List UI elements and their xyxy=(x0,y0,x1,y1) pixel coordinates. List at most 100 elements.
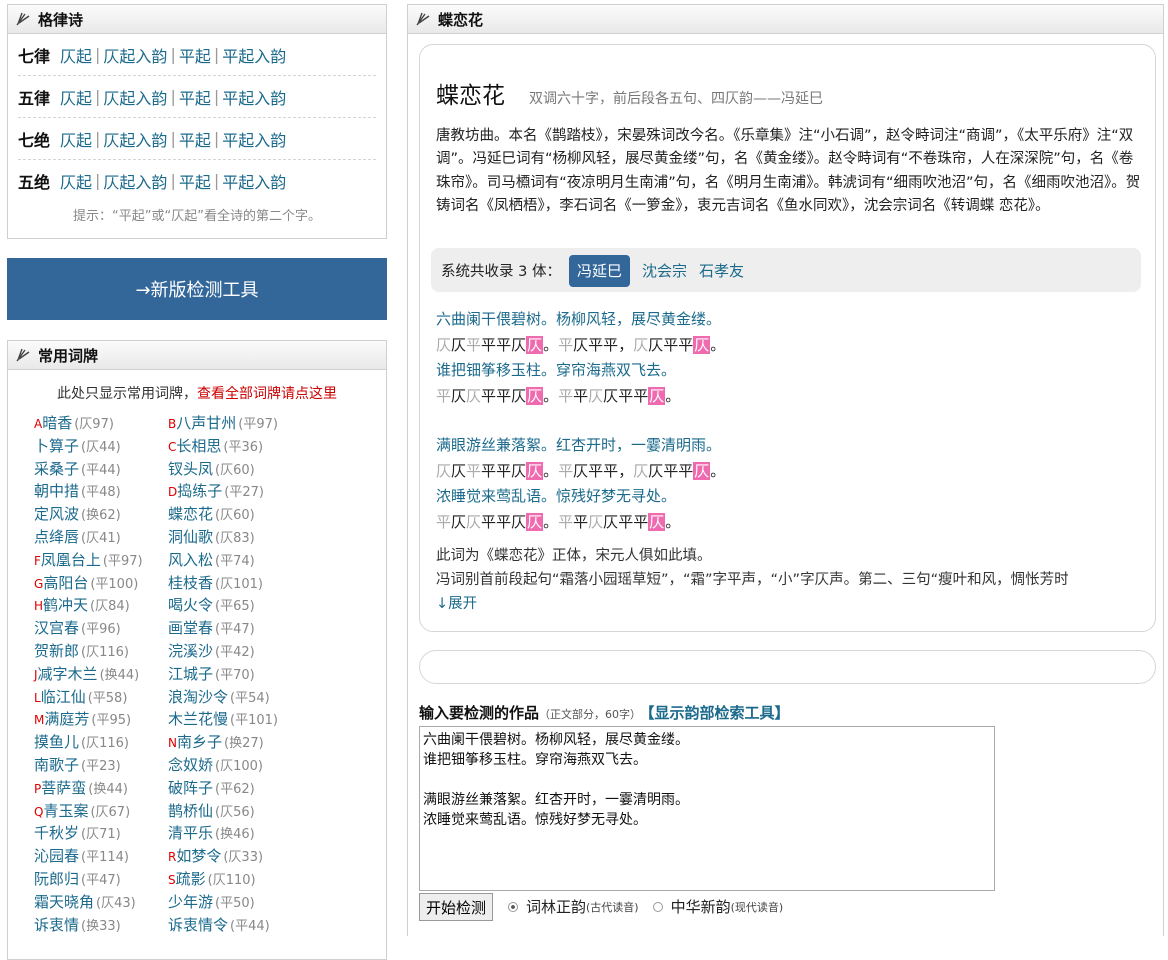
cipai-name[interactable]: 江城子 xyxy=(168,665,213,683)
cipai-item[interactable]: M满庭芳 (平95) xyxy=(34,708,168,731)
cipai-item[interactable]: N南乡子 (换27) xyxy=(168,731,318,754)
cipai-item[interactable]: 少年游 (平50) xyxy=(168,891,318,914)
cipai-item[interactable]: S疏影 (仄110) xyxy=(168,868,318,891)
cipai-item[interactable]: 江城子 (平70) xyxy=(168,663,318,686)
cipai-name[interactable]: 摸鱼儿 xyxy=(34,733,79,751)
cipai-name[interactable]: 点绛唇 xyxy=(34,528,79,546)
cipai-item[interactable]: 念奴娇 (仄100) xyxy=(168,754,318,777)
cipai-item[interactable]: 桂枝香 (仄101) xyxy=(168,572,318,595)
cipai-item[interactable]: 贺新郎 (仄116) xyxy=(34,640,168,663)
cipai-item[interactable]: 蝶恋花 (仄60) xyxy=(168,503,318,526)
gelv-link[interactable]: 平起 xyxy=(179,43,211,67)
cipai-item[interactable]: 点绛唇 (仄41) xyxy=(34,526,168,549)
cipai-item[interactable]: 定风波 (换62) xyxy=(34,503,168,526)
rhyme-tool-link[interactable]: 【显示韵部检索工具】 xyxy=(647,704,790,722)
cipai-name[interactable]: 疏影 xyxy=(176,870,206,888)
variant-author-tab[interactable]: 沈会宗 xyxy=(642,262,687,280)
cipai-name[interactable]: 采桑子 xyxy=(34,460,79,478)
gelv-link[interactable]: 仄起 xyxy=(60,169,92,193)
cipai-item[interactable]: 浣溪沙 (平42) xyxy=(168,640,318,663)
all-cipai-link[interactable]: 查看全部词牌请点这里 xyxy=(197,386,337,402)
gelv-link[interactable]: 平起入韵 xyxy=(222,127,286,151)
cipai-item[interactable]: 钗头凤 (仄60) xyxy=(168,458,318,481)
start-check-button[interactable]: 开始检测 xyxy=(419,893,494,921)
cipai-name[interactable]: 高阳台 xyxy=(43,574,88,592)
cipai-name[interactable]: 喝火令 xyxy=(168,596,213,614)
gelv-link[interactable]: 仄起入韵 xyxy=(103,169,167,193)
cipai-name[interactable]: 阮郎归 xyxy=(34,870,79,888)
cipai-name[interactable]: 八声甘州 xyxy=(176,414,236,432)
cipai-item[interactable]: C长相思 (平36) xyxy=(168,435,318,458)
cipai-name[interactable]: 贺新郎 xyxy=(34,642,79,660)
cipai-item[interactable]: 采桑子 (平44) xyxy=(34,458,168,481)
cipai-item[interactable]: Q青玉案 (仄67) xyxy=(34,800,168,823)
cipai-name[interactable]: 桂枝香 xyxy=(168,574,213,592)
cipai-item[interactable]: B八声甘州 (平97) xyxy=(168,412,318,435)
cipai-name[interactable]: 钗头凤 xyxy=(168,460,213,478)
cipai-item[interactable]: R如梦令 (仄33) xyxy=(168,845,318,868)
cipai-item[interactable]: 画堂春 (平47) xyxy=(168,617,318,640)
cipai-item[interactable]: F凤凰台上 (平97) xyxy=(34,549,168,572)
cipai-item[interactable]: H鹤冲天 (仄84) xyxy=(34,594,168,617)
gelv-link[interactable]: 平起 xyxy=(179,85,211,109)
cipai-name[interactable]: 如梦令 xyxy=(176,847,221,865)
cipai-name[interactable]: 诉衷情 xyxy=(34,916,79,934)
gelv-link[interactable]: 仄起 xyxy=(60,43,92,67)
cipai-name[interactable]: 定风波 xyxy=(34,505,79,523)
cipai-name[interactable]: 画堂春 xyxy=(168,619,213,637)
radio-cilin[interactable] xyxy=(508,901,518,912)
cipai-item[interactable]: L临江仙 (平58) xyxy=(34,686,168,709)
cipai-name[interactable]: 霜天晓角 xyxy=(34,893,94,911)
cipai-name[interactable]: 浪淘沙令 xyxy=(168,688,228,706)
cipai-item[interactable]: 浪淘沙令 (平54) xyxy=(168,686,318,709)
cipai-name[interactable]: 木兰花慢 xyxy=(168,710,228,728)
cipai-name[interactable]: 朝中措 xyxy=(34,482,79,500)
expand-link[interactable]: ↓展开 xyxy=(436,596,477,612)
cipai-name[interactable]: 临江仙 xyxy=(41,688,86,706)
cipai-item[interactable]: 朝中措 (平48) xyxy=(34,480,168,503)
variant-author-tab[interactable]: 冯延巳 xyxy=(568,254,630,287)
gelv-link[interactable]: 仄起入韵 xyxy=(103,85,167,109)
variant-author-tab[interactable]: 石孝友 xyxy=(699,262,744,280)
gelv-link[interactable]: 仄起入韵 xyxy=(103,127,167,151)
cipai-name[interactable]: 南歌子 xyxy=(34,756,79,774)
cipai-name[interactable]: 捣练子 xyxy=(177,482,222,500)
cipai-item[interactable]: 摸鱼儿 (仄116) xyxy=(34,731,168,754)
radio-zhonghua[interactable] xyxy=(652,901,663,912)
cipai-item[interactable]: 沁园春 (平114) xyxy=(34,845,168,868)
cipai-item[interactable]: 汉宫春 (平96) xyxy=(34,617,168,640)
cipai-item[interactable]: 霜天晓角 (仄43) xyxy=(34,891,168,914)
cipai-item[interactable]: 卜算子 (仄44) xyxy=(34,435,168,458)
cipai-name[interactable]: 鹊桥仙 xyxy=(168,802,213,820)
cipai-item[interactable]: 千秋岁 (仄71) xyxy=(34,822,168,845)
cipai-item[interactable]: 洞仙歌 (仄83) xyxy=(168,526,318,549)
cipai-name[interactable]: 凤凰台上 xyxy=(41,551,101,569)
cipai-name[interactable]: 破阵子 xyxy=(168,779,213,797)
cipai-name[interactable]: 诉衷情令 xyxy=(168,916,228,934)
cipai-name[interactable]: 南乡子 xyxy=(177,733,222,751)
cipai-name[interactable]: 减字木兰 xyxy=(38,665,98,683)
cipai-item[interactable]: A暗香 (仄97) xyxy=(34,412,168,435)
gelv-link[interactable]: 仄起入韵 xyxy=(103,43,167,67)
cipai-item[interactable]: 鹊桥仙 (仄56) xyxy=(168,800,318,823)
gelv-link[interactable]: 仄起 xyxy=(60,85,92,109)
cipai-item[interactable]: 风入松 (平74) xyxy=(168,549,318,572)
gelv-link[interactable]: 平起 xyxy=(179,127,211,151)
cipai-item[interactable]: 阮郎归 (平47) xyxy=(34,868,168,891)
cipai-name[interactable]: 清平乐 xyxy=(168,824,213,842)
work-input[interactable] xyxy=(419,726,995,891)
cipai-name[interactable]: 汉宫春 xyxy=(34,619,79,637)
cipai-item[interactable]: 诉衷情令 (平44) xyxy=(168,914,318,937)
cipai-item[interactable]: 诉衷情 (换33) xyxy=(34,914,168,937)
cipai-item[interactable]: J减字木兰 (换44) xyxy=(34,663,168,686)
gelv-link[interactable]: 平起 xyxy=(179,169,211,193)
cipai-name[interactable]: 满庭芳 xyxy=(44,710,89,728)
cipai-name[interactable]: 浣溪沙 xyxy=(168,642,213,660)
gelv-link[interactable]: 平起入韵 xyxy=(222,169,286,193)
cipai-item[interactable]: 南歌子 (平23) xyxy=(34,754,168,777)
gelv-link[interactable]: 平起入韵 xyxy=(222,43,286,67)
cipai-item[interactable]: 喝火令 (平65) xyxy=(168,594,318,617)
cipai-name[interactable]: 念奴娇 xyxy=(168,756,213,774)
cipai-name[interactable]: 沁园春 xyxy=(34,847,79,865)
gelv-link[interactable]: 平起入韵 xyxy=(222,85,286,109)
